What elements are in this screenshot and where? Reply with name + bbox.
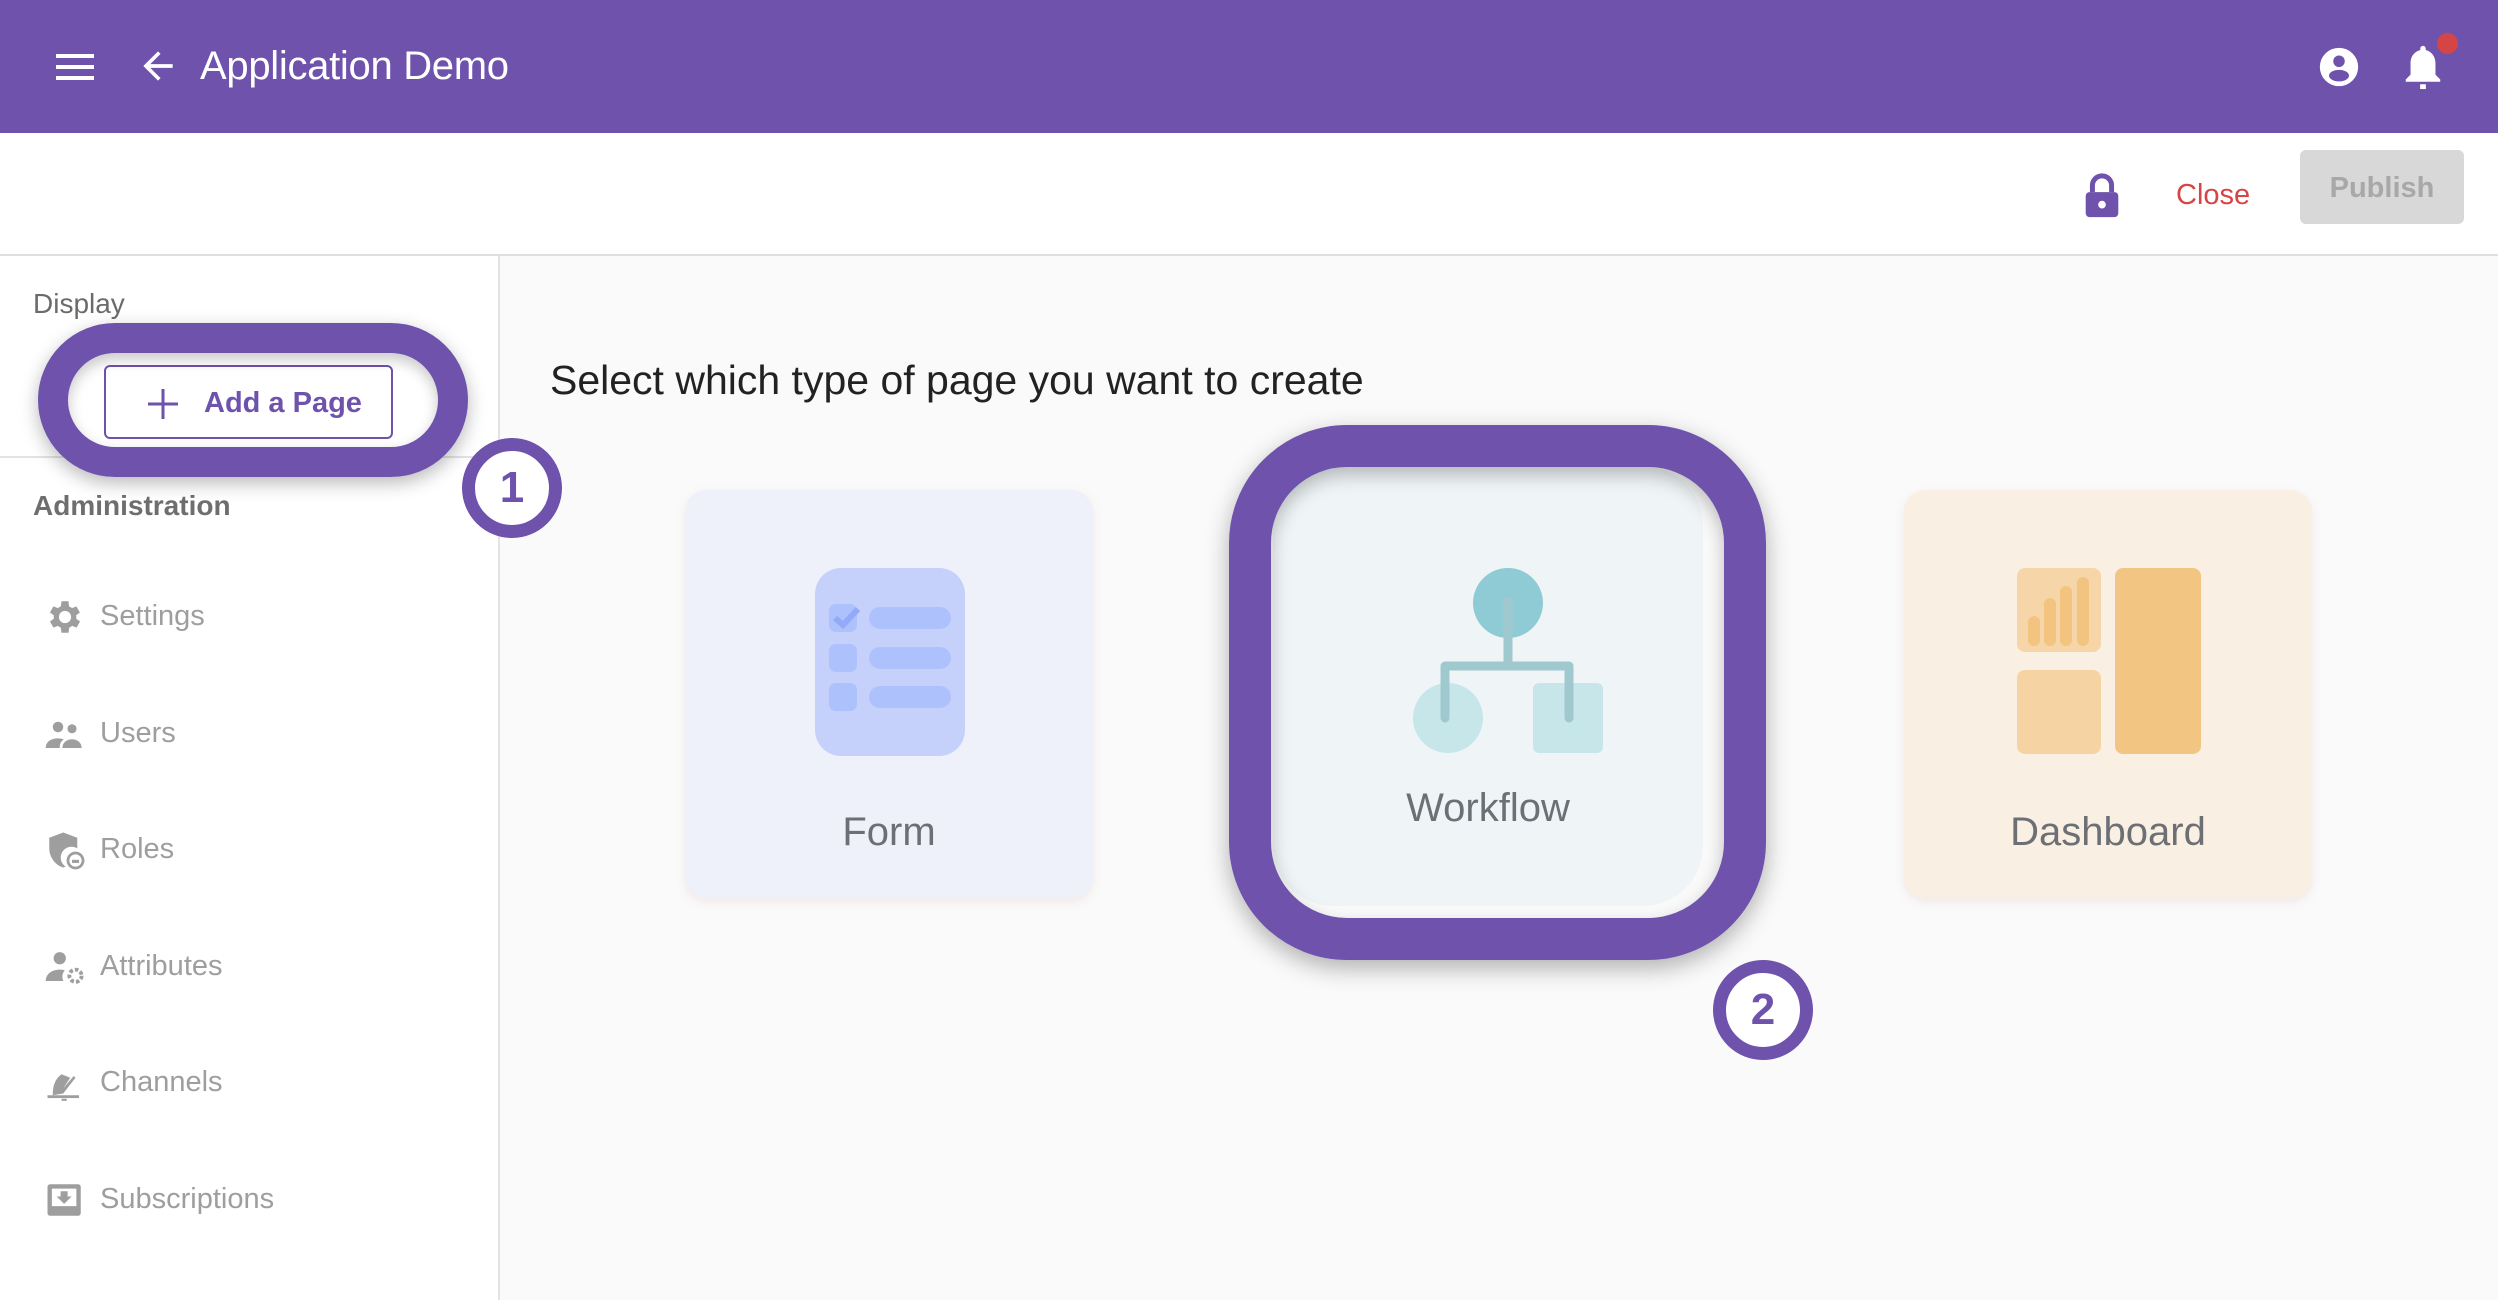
lock-icon[interactable] [2082,173,2122,219]
plus-icon [148,389,178,419]
step-badge-1: 1 [462,438,562,538]
sidebar-item-users[interactable]: Users [0,693,498,773]
section-label-administration: Administration [33,490,231,521]
close-button[interactable]: Close [2176,171,2250,219]
card-label: Workflow [1406,786,1570,830]
sidebar-item-label: Settings [100,600,205,632]
inbox-download-icon [47,1184,81,1216]
gear-icon [49,601,81,633]
sidebar-item-channels[interactable]: Channels [0,1042,498,1122]
page-type-card-workflow[interactable]: Workflow [1273,466,1703,906]
user-gear-icon [45,952,84,984]
sidebar-item-attributes[interactable]: Attributes [0,926,498,1006]
page-type-card-form[interactable]: Form [685,490,1093,898]
sidebar-item-settings[interactable]: Settings [0,576,498,656]
arrow-left-icon[interactable] [136,44,180,88]
sidebar-item-label: Subscriptions [100,1183,275,1215]
form-checklist-icon [815,568,965,756]
editor-toolbar: Close Publish [0,133,2498,256]
sidebar: Display Add a Page Administration Settin… [0,256,500,1300]
sidebar-item-label: Roles [100,833,175,865]
card-label: Form [842,810,936,854]
sidebar-item-label: Channels [100,1066,223,1098]
hamburger-menu-icon[interactable] [56,54,94,80]
account-circle-icon[interactable] [2316,44,2362,90]
sidebar-divider [0,456,498,458]
sidebar-item-label: Attributes [100,950,223,982]
notification-dot [2437,33,2458,54]
users-icon [45,721,82,748]
workflow-tree-icon [1413,568,1603,753]
sidebar-item-roles[interactable]: Roles [0,809,498,889]
shield-user-icon [49,832,85,870]
sidebar-item-label: Users [100,717,176,749]
app-bar: Application Demo [0,0,2498,133]
step-badge-2: 2 [1713,960,1813,1060]
card-label: Dashboard [2010,810,2206,854]
add-page-label: Add a Page [204,387,362,419]
dashboard-grid-icon [2017,568,2201,754]
publish-button[interactable]: Publish [2300,150,2464,224]
app-title: Application Demo [200,44,509,88]
page-title: Select which type of page you want to cr… [550,357,1364,403]
section-label-display: Display [33,288,125,319]
channel-broadcast-icon [47,1074,79,1101]
add-page-button[interactable]: Add a Page [104,365,393,439]
sidebar-item-subscriptions[interactable]: Subscriptions [0,1159,498,1239]
page-type-card-dashboard[interactable]: Dashboard [1904,490,2312,898]
